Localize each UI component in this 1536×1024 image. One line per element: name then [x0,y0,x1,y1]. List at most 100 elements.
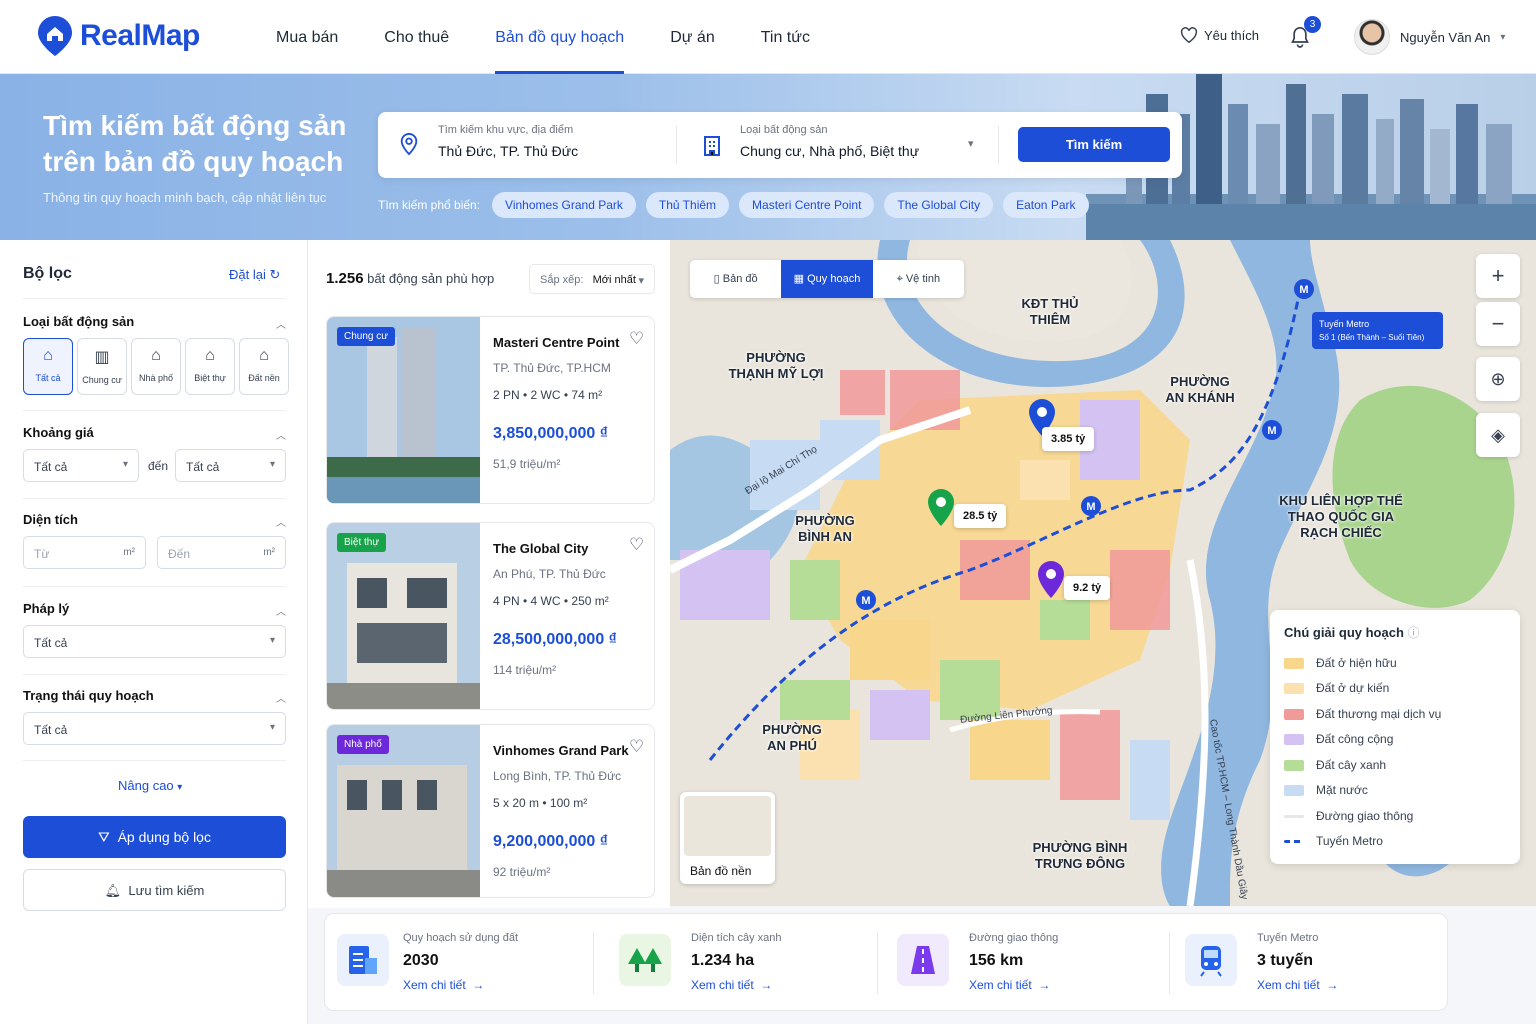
menu-projects[interactable]: Dự án [670,0,715,74]
legend-title-text: Chú giải quy hoạch [1284,625,1404,640]
stat-detail-link[interactable]: Xem chi tiết → [969,978,1050,992]
brand-logo[interactable]: RealMap [38,16,200,56]
price-section-title: Khoảng giá [23,425,94,440]
stat-label: Quy hoạch sử dụng đất [403,932,518,944]
popular-chip[interactable]: The Global City [884,192,994,218]
listing-specs: 5 x 20 m • 100 m² [493,796,588,810]
divider [23,298,286,299]
stat-detail-link[interactable]: Xem chi tiết → [691,978,772,992]
divider [877,932,878,994]
sort-select[interactable]: Sắp xếp: Mới nhất ▾ [529,264,655,294]
type-option-townhouse[interactable]: ⌂ Nhà phố [131,338,181,395]
layers-button[interactable]: ◈ [1476,413,1520,457]
planning-map[interactable]: M M M M 3.85 tỷ 28.5 tỷ 9.2 tỷ KĐT THỦ T… [670,240,1536,906]
popular-chip[interactable]: Thủ Thiêm [645,192,730,218]
listing-specs: 4 PN • 4 WC • 250 m² [493,594,609,608]
planning-status-section-title: Trạng thái quy hoạch [23,688,154,703]
type-option-apartment[interactable]: ▥ Chung cư [77,338,127,395]
heart-icon[interactable]: ♡ [629,329,644,349]
type-option-villa[interactable]: ⌂ Biệt thự [185,338,235,395]
chevron-up-icon[interactable]: ︿ [276,690,286,705]
chevron-down-icon: ▾ [269,459,275,470]
chevron-up-icon[interactable]: ︿ [276,603,286,618]
user-menu[interactable]: Nguyễn Văn An ▾ [1354,19,1505,55]
heart-icon[interactable]: ♡ [629,535,644,555]
listing-price: 9,200,000,000 ₫ [493,833,608,850]
legend-swatch [1284,839,1304,843]
top-navbar: RealMap Mua bán Cho thuê Bản đồ quy hoạc… [0,0,1536,74]
price-to-select[interactable]: Tất cả ▾ [175,449,286,482]
stat-link-label: Xem chi tiết [403,978,466,992]
map-place-label: KHU LIÊN HỢP THỂ THAO QUỐC GIA RẠCH CHIẾ… [1279,493,1403,540]
filter-sidebar: Bộ lọc Đặt lại ↻ Loại bất động sản ︿ ⌂ Tấ… [0,240,308,1024]
tab-label: Vệ tinh [905,273,941,285]
tab-label: Bản đồ [722,273,758,285]
price-to-label: đến [148,459,169,473]
legend-item: Đất thương mại dịch vụ [1284,707,1441,721]
filter-icon: ⛛ [98,829,110,845]
stat-detail-link[interactable]: Xem chi tiết → [1257,978,1338,992]
apply-filter-button[interactable]: ⛛ Áp dụng bộ lọc [23,816,286,858]
zoom-out-button[interactable]: − [1476,302,1520,346]
listing-type-tag: Nhà phố [337,735,389,754]
base-map-switcher[interactable]: Bản đồ nền [680,792,775,884]
price-from-select[interactable]: Tất cả ▾ [23,449,139,482]
legend-swatch [1284,733,1304,745]
legend-label: Mặt nước [1316,783,1368,797]
property-type-select[interactable]: Loại bất động sản Chung cư, Nhà phố, Biệ… [740,124,970,159]
location-search-input[interactable]: Tìm kiếm khu vực, địa điểm Thủ Đức, TP. … [438,124,668,159]
legal-select[interactable]: Tất cả ▾ [23,625,286,658]
popular-chip[interactable]: Vinhomes Grand Park [492,192,636,218]
legend-label: Đất ở hiện hữu [1316,656,1397,670]
user-name: Nguyễn Văn An [1400,29,1491,45]
stat-land-use: Quy hoạch sử dụng đất 2030 Xem chi tiết … [325,914,605,1012]
menu-buy[interactable]: Mua bán [276,0,338,74]
map-price-label[interactable]: 3.85 tỷ [1042,427,1095,451]
location-value: Thủ Đức, TP. Thủ Đức [438,143,579,159]
favorites-link[interactable]: Yêu thích [1180,27,1259,43]
stat-value: 2030 [403,952,439,969]
type-option-all[interactable]: ⌂ Tất cả [23,338,73,395]
chevron-up-icon[interactable]: ︿ [276,316,286,331]
area-to-input[interactable]: Đến m² [157,536,286,569]
chevron-up-icon[interactable]: ︿ [276,514,286,529]
zoom-in-button[interactable]: + [1476,254,1520,298]
map-price-label[interactable]: 28.5 tỷ [954,504,1007,528]
train-icon [1185,934,1237,986]
tab-planning[interactable]: ▦ Quy hoạch [781,260,873,298]
tab-base-map[interactable]: ▯ Bản đồ [690,260,781,298]
menu-news[interactable]: Tin tức [761,0,810,74]
advanced-filter-toggle[interactable]: Nâng cao ▾ [118,778,182,793]
heart-icon[interactable]: ♡ [629,737,644,757]
legend-title: Chú giải quy hoạch ⓘ [1284,624,1420,641]
menu-rent[interactable]: Cho thuê [384,0,449,74]
area-from-input[interactable]: Từ m² [23,536,146,569]
listing-card[interactable]: Chung cư Masteri Centre Point TP. Thủ Đứ… [326,316,655,504]
svg-text:M: M [1267,425,1276,437]
main-menu: Mua bán Cho thuê Bản đồ quy hoạch Dự án … [276,0,856,74]
map-price-label[interactable]: 9.2 tỷ [1064,576,1111,600]
planning-status-select[interactable]: Tất cả ▾ [23,712,286,745]
stat-detail-link[interactable]: Xem chi tiết → [403,978,484,992]
tab-satellite[interactable]: ⌖ Vệ tinh [873,260,964,298]
chevron-up-icon[interactable]: ︿ [276,427,286,442]
map-pin-home-icon [38,16,72,56]
chevron-down-icon: ▾ [122,459,128,470]
popular-chip[interactable]: Eaton Park [1003,192,1089,218]
listing-panel: 1.256 bất động sản phù hợp Sắp xếp: Mới … [308,240,670,908]
menu-planning-map[interactable]: Bản đồ quy hoạch [495,0,625,74]
listing-name: Masteri Centre Point [493,335,620,350]
info-icon[interactable]: ⓘ [1408,626,1420,640]
reset-button[interactable]: Đặt lại ↻ [229,267,280,283]
price-from-value: Tất cả [34,460,68,474]
map-place-label: KĐT THỦ THIÊM [1021,296,1079,327]
save-search-button[interactable]: 🔔︎ Lưu tìm kiếm [23,869,286,911]
type-option-land[interactable]: ⌂ Đất nền [239,338,289,395]
listing-card[interactable]: Biệt thự The Global City An Phú, TP. Thủ… [326,522,655,710]
search-button[interactable]: Tìm kiếm [1018,127,1170,162]
type-option-label: Biệt thự [194,373,226,383]
locate-button[interactable]: ⊕ [1476,357,1520,401]
location-pin-icon [400,132,418,156]
popular-chip[interactable]: Masteri Centre Point [739,192,875,218]
listing-card[interactable]: Nhà phố Vinhomes Grand Park Long Bình, T… [326,724,655,898]
